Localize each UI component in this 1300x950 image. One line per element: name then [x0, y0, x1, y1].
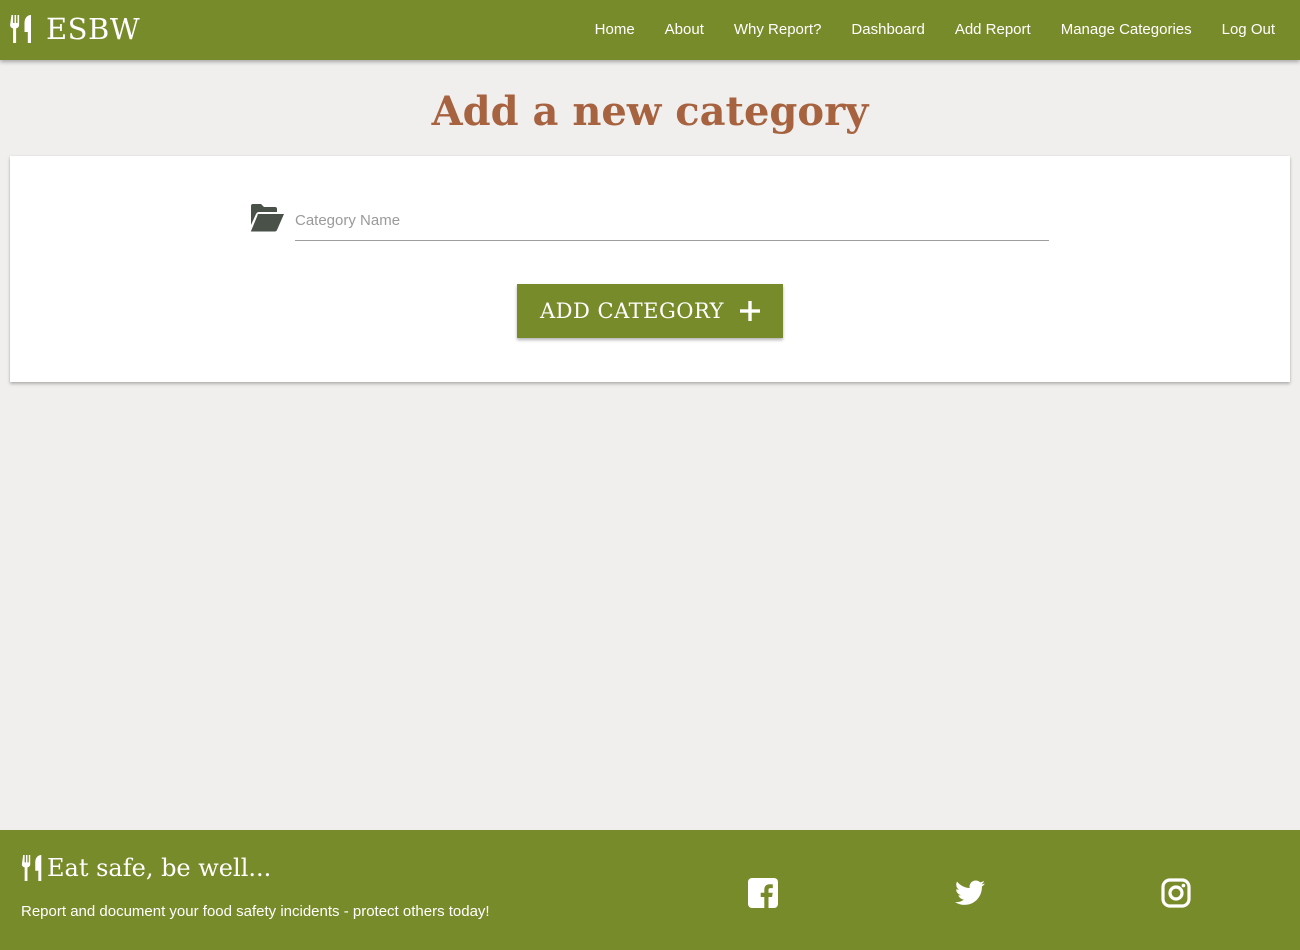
- facebook-icon[interactable]: [748, 878, 778, 908]
- nav-link-why-report[interactable]: Why Report?: [719, 0, 837, 60]
- nav-link-log-out[interactable]: Log Out: [1207, 0, 1290, 60]
- nav-link-add-report[interactable]: Add Report: [940, 0, 1046, 60]
- page-title: Add a new category: [431, 88, 869, 135]
- footer-text: Report and document your food safety inc…: [21, 903, 490, 920]
- nav-link-about[interactable]: About: [650, 0, 719, 60]
- instagram-icon[interactable]: [1161, 878, 1191, 908]
- add-category-card: ADD CATEGORY: [10, 156, 1290, 382]
- folder-open-icon: [250, 204, 284, 232]
- brand-name: ESBW: [46, 12, 141, 46]
- nav-link-dashboard[interactable]: Dashboard: [836, 0, 939, 60]
- category-name-input[interactable]: [295, 200, 1049, 241]
- footer-brand: Eat safe, be well...: [21, 854, 271, 882]
- utensils-icon: [21, 855, 42, 881]
- brand-logo-link[interactable]: ESBW: [10, 12, 140, 46]
- nav-link-manage-categories[interactable]: Manage Categories: [1046, 0, 1207, 60]
- footer: Eat safe, be well... Report and document…: [0, 830, 1300, 950]
- add-category-button-label: ADD CATEGORY: [540, 299, 724, 323]
- plus-icon: [739, 301, 760, 321]
- nav-links: Home About Why Report? Dashboard Add Rep…: [580, 0, 1290, 60]
- nav-link-home[interactable]: Home: [580, 0, 650, 60]
- twitter-icon[interactable]: [955, 878, 985, 908]
- top-navbar: ESBW Home About Why Report? Dashboard Ad…: [0, 0, 1300, 60]
- add-category-button[interactable]: ADD CATEGORY: [517, 284, 783, 338]
- utensils-icon: [10, 15, 31, 43]
- footer-tagline: Eat safe, be well...: [47, 854, 272, 882]
